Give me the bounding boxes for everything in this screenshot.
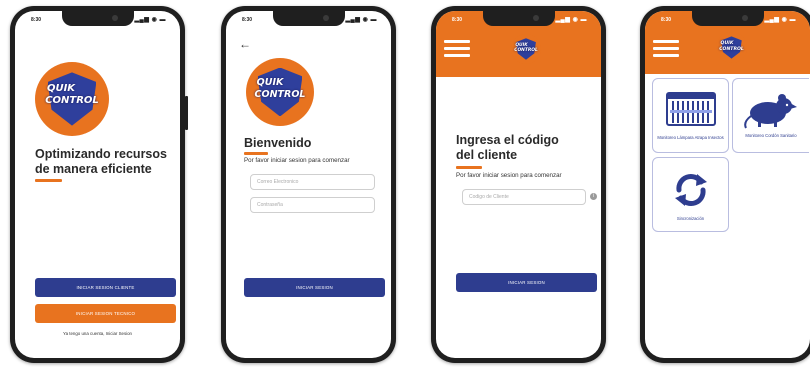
sync-card[interactable]: Sincronización xyxy=(652,157,729,232)
phone-frame-login: 8:30 ▂▄▆ ◉ ▬ ← QUIK CONTROL Bienvenido P… xyxy=(221,6,396,363)
phone-side-button xyxy=(185,96,188,130)
info-icon[interactable]: i xyxy=(590,193,597,200)
phone-notch xyxy=(272,11,345,26)
existing-account-link[interactable]: Ya tengo una cuenta, Iniciar Sesion xyxy=(15,331,180,336)
dashboard-screen: QUIK CONTROL 8:30 ▂▄▆ ◉ ▬ Monitoreo Lámp… xyxy=(645,11,810,358)
hamburger-menu-icon[interactable] xyxy=(444,40,470,61)
sanitary-cordon-card[interactable]: Monitoreo Cordón Sanitario xyxy=(732,78,809,153)
card-label: Sincronización xyxy=(676,216,705,221)
hamburger-menu-icon[interactable] xyxy=(653,40,679,61)
status-time: 8:30 xyxy=(661,17,672,23)
login-button[interactable]: INICIAR SESION xyxy=(244,278,385,297)
client-code-field[interactable]: Codigo de Cliente xyxy=(462,189,586,205)
title-underline xyxy=(244,152,268,155)
rat-icon xyxy=(742,89,798,134)
lamp-trap-icon xyxy=(666,92,716,131)
logo-text: QUIK CONTROL xyxy=(45,83,99,106)
sync-icon xyxy=(671,170,711,215)
quikcontrol-logo: QUIK CONTROL xyxy=(35,62,109,136)
status-icons: ▂▄▆ ◉ ▬ xyxy=(134,17,166,23)
status-icons: ▂▄▆ ◉ ▬ xyxy=(764,17,796,23)
email-field[interactable]: Correo Electronico xyxy=(250,174,375,190)
client-code-subtitle: Por favor iniciar sesion para comenzar xyxy=(456,172,562,179)
password-field[interactable]: Contraseña xyxy=(250,197,375,213)
logo-text: QUIK CONTROL xyxy=(719,41,744,52)
client-code-title: Ingresa el código del cliente xyxy=(456,133,559,162)
phone-frame-welcome: 8:30 ▂▄▆ ◉ ▬ QUIK CONTROL Optimizando re… xyxy=(10,6,188,363)
card-label: Monitoreo Lámpara Atrapa Insectos xyxy=(657,135,724,140)
status-time: 8:30 xyxy=(31,17,42,23)
card-label: Monitoreo Cordón Sanitario xyxy=(745,133,797,138)
welcome-title: Bienvenido xyxy=(244,136,312,150)
welcome-screen: 8:30 ▂▄▆ ◉ ▬ QUIK CONTROL Optimizando re… xyxy=(15,11,180,358)
back-arrow-icon[interactable]: ← xyxy=(239,37,251,51)
welcome-headline: Optimizando recursos de manera eficiente xyxy=(35,147,167,176)
technician-login-button[interactable]: INICIAR SESION TECNICO xyxy=(35,304,176,323)
status-time: 8:30 xyxy=(242,17,253,23)
status-icons: ▂▄▆ ◉ ▬ xyxy=(345,17,377,23)
login-button[interactable]: INICIAR SESION xyxy=(456,273,597,292)
client-login-button[interactable]: INICIAR SESION CLIENTE xyxy=(35,278,176,297)
login-screen: 8:30 ▂▄▆ ◉ ▬ ← QUIK CONTROL Bienvenido P… xyxy=(226,11,391,358)
logo-text: QUIK CONTROL xyxy=(514,43,538,54)
status-time: 8:30 xyxy=(452,17,463,23)
logo-text: QUIK CONTROL xyxy=(254,77,306,100)
login-subtitle: Por favor iniciar sesion para comenzar xyxy=(244,157,350,164)
quikcontrol-logo: QUIK CONTROL xyxy=(716,32,747,63)
title-underline xyxy=(456,166,482,169)
phone-notch xyxy=(61,11,134,26)
headline-underline xyxy=(35,179,62,182)
quikcontrol-logo: QUIK CONTROL xyxy=(511,34,541,64)
quikcontrol-logo: QUIK CONTROL xyxy=(246,58,314,126)
client-code-screen: QUIK CONTROL 8:30 ▂▄▆ ◉ ▬ Ingresa el cód… xyxy=(436,11,601,358)
lamp-trap-card[interactable]: Monitoreo Lámpara Atrapa Insectos xyxy=(652,78,729,153)
status-icons: ▂▄▆ ◉ ▬ xyxy=(555,17,587,23)
phone-notch xyxy=(482,11,555,26)
phone-frame-dashboard: QUIK CONTROL 8:30 ▂▄▆ ◉ ▬ Monitoreo Lámp… xyxy=(640,6,810,363)
phone-frame-client-code: QUIK CONTROL 8:30 ▂▄▆ ◉ ▬ Ingresa el cód… xyxy=(431,6,606,363)
phone-notch xyxy=(691,11,764,26)
